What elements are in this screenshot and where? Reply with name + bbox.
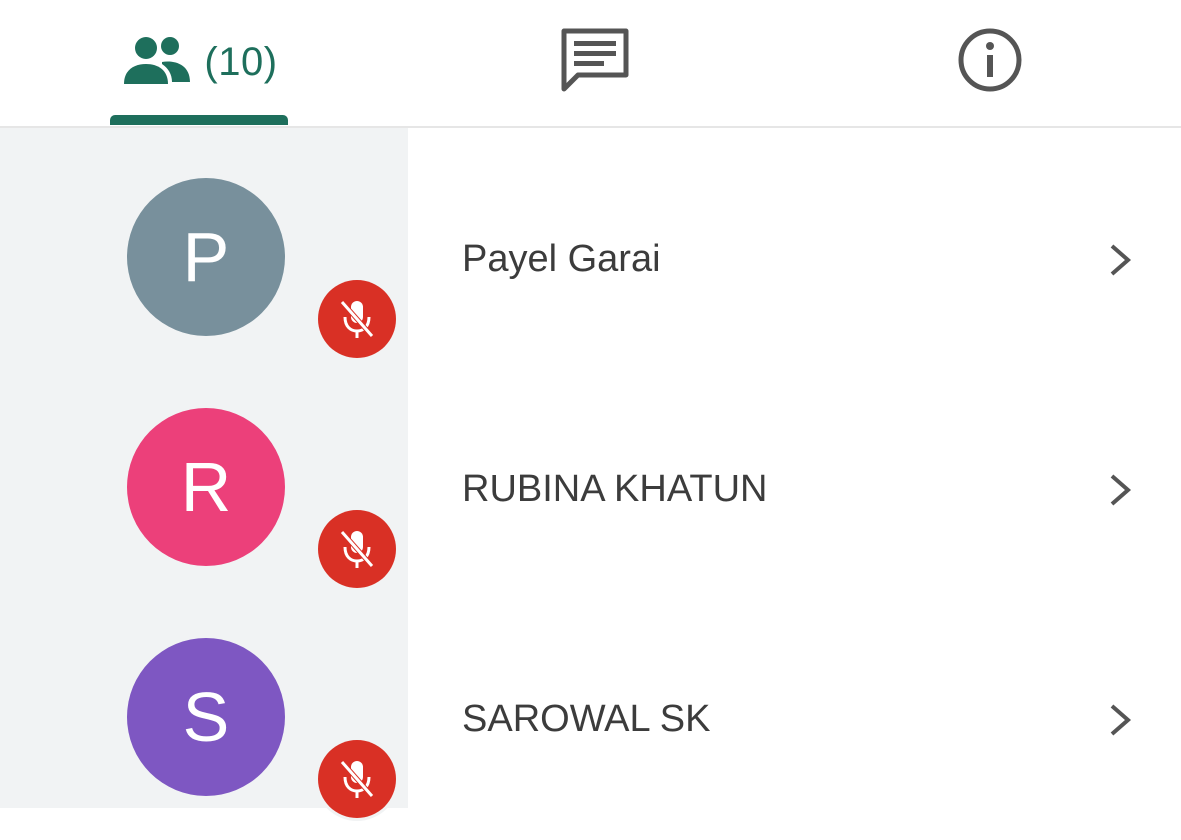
chat-icon — [560, 25, 630, 100]
participant-name: Payel Garai — [462, 238, 661, 280]
mic-off-icon — [318, 280, 396, 358]
chevron-right-icon[interactable] — [1100, 240, 1140, 280]
people-icon — [122, 32, 194, 93]
avatar: P — [127, 178, 285, 336]
info-icon — [956, 26, 1024, 99]
avatar: S — [127, 638, 285, 796]
participant-row[interactable]: S SAROWAL SK — [0, 610, 1181, 840]
mic-off-icon — [318, 510, 396, 588]
chevron-right-icon[interactable] — [1100, 470, 1140, 510]
tab-info[interactable] — [935, 0, 1045, 124]
tab-chat[interactable] — [540, 0, 650, 124]
tab-people[interactable]: (10) — [110, 0, 290, 124]
participant-row[interactable]: P Payel Garai — [0, 150, 1181, 380]
active-tab-indicator — [110, 115, 288, 125]
participant-row[interactable]: R RUBINA KHATUN — [0, 380, 1181, 610]
mic-off-icon — [318, 740, 396, 818]
participant-name: SAROWAL SK — [462, 698, 711, 740]
tab-bar: (10) — [0, 0, 1181, 128]
participant-count: (10) — [204, 39, 278, 84]
chevron-right-icon[interactable] — [1100, 700, 1140, 740]
avatar: R — [127, 408, 285, 566]
participant-name: RUBINA KHATUN — [462, 468, 768, 510]
